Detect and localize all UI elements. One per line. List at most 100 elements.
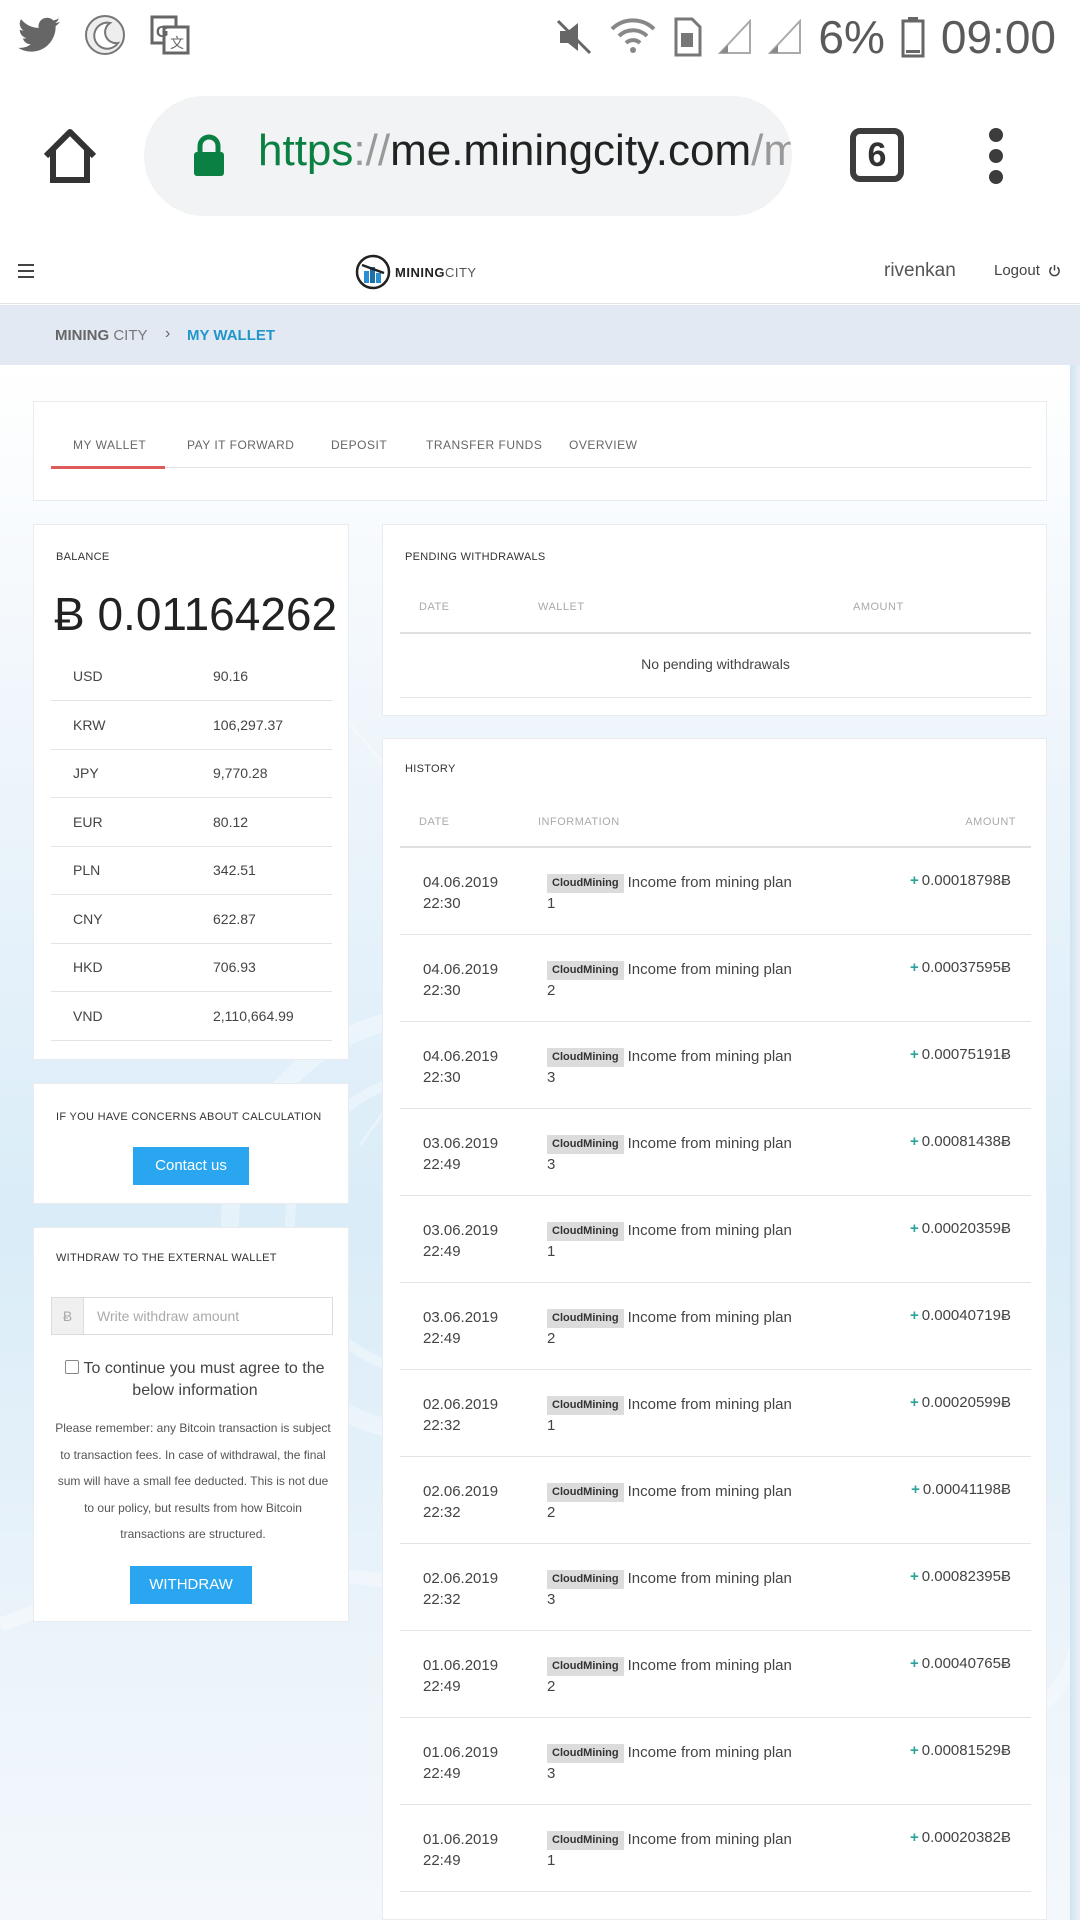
agree-label: To continue you must agree to the below … <box>60 1358 330 1402</box>
svg-text:文: 文 <box>170 35 184 51</box>
row-date-time: 22:49 <box>423 1243 461 1260</box>
table-row: 03.06.2019 22:49 CloudMining Income from mi… <box>400 1109 1031 1196</box>
table-row: 03.06.2019 22:49 CloudMining Income from mi… <box>400 1196 1031 1283</box>
row-information: CloudMining Income from mining plan 3 <box>547 1133 797 1175</box>
balance-value: Ƀ 0.01164262 <box>54 588 338 640</box>
balance-title: BALANCE <box>56 551 110 563</box>
row-amount-value: 0.00018798Ƀ <box>921 872 1011 889</box>
signal-icon <box>718 19 752 55</box>
table-bottom-divider <box>400 697 1031 698</box>
row-amount-value: 0.00082395Ƀ <box>921 1568 1011 1585</box>
currency-row: EUR 80.12 <box>51 799 332 847</box>
tabs-divider <box>51 467 1031 468</box>
row-amount: +0.00020382Ƀ <box>910 1829 1011 1846</box>
row-information: CloudMining Income from mining plan 1 <box>547 1220 797 1262</box>
row-amount-value: 0.00020599Ƀ <box>921 1394 1011 1411</box>
row-amount: +0.00018798Ƀ <box>910 872 1011 889</box>
currency-code: PLN <box>73 862 101 878</box>
table-row: 04.06.2019 22:30 CloudMining Income from mi… <box>400 935 1031 1022</box>
plus-sign: + <box>909 1829 919 1846</box>
address-bar[interactable]: https://me.miningcity.com/my <box>144 96 792 216</box>
pending-withdrawals-card: PENDING WITHDRAWALS DATE WALLET AMOUNT N… <box>382 524 1047 716</box>
withdraw-amount-input[interactable] <box>85 1298 332 1334</box>
table-row: 03.06.2019 22:49 CloudMining Income from mi… <box>400 1283 1031 1370</box>
table-row: 04.06.2019 22:30 CloudMining Income from mi… <box>400 1022 1031 1109</box>
overflow-menu-icon[interactable] <box>984 128 1008 188</box>
category-badge: CloudMining <box>547 1831 624 1850</box>
row-amount-value: 0.00020359Ƀ <box>921 1220 1011 1237</box>
battery-percent: 6% <box>818 11 885 63</box>
row-date: 03.06.2019 22:49 <box>423 1133 523 1175</box>
tab-switcher-button[interactable]: 6 <box>850 128 904 182</box>
bitcoin-icon: Ƀ <box>52 1298 84 1334</box>
row-information: CloudMining Income from mining plan 2 <box>547 1655 797 1697</box>
tab-transfer-funds[interactable]: TRANSFER FUNDS <box>426 438 542 452</box>
row-date-day: 02.06.2019 <box>423 1396 499 1413</box>
table-row: 02.06.2019 22:32 CloudMining Income from mi… <box>400 1544 1031 1631</box>
wallet-tabs: MY WALLET PAY IT FORWARD DEPOSIT TRANSFE… <box>33 401 1047 501</box>
column-header-date: DATE <box>419 601 450 613</box>
tab-pay-it-forward[interactable]: PAY IT FORWARD <box>187 438 294 452</box>
mute-icon <box>554 17 594 57</box>
row-date-day: 01.06.2019 <box>423 1744 499 1761</box>
row-date-time: 22:49 <box>423 1330 461 1347</box>
row-amount: +0.00081438Ƀ <box>910 1133 1011 1150</box>
home-icon[interactable] <box>40 126 104 190</box>
currency-value: 106,297.37 <box>213 717 284 733</box>
username[interactable]: rivenkan <box>884 260 956 282</box>
currency-value: 2,110,664.99 <box>213 1008 294 1024</box>
row-date-time: 22:32 <box>423 1504 461 1521</box>
history-card: HISTORY DATE INFORMATION AMOUNT 04.06.20… <box>382 738 1047 1920</box>
currency-row: PLN 342.51 <box>51 847 332 895</box>
withdraw-button[interactable]: WITHDRAW <box>130 1566 252 1604</box>
breadcrumb-home[interactable]: MINING CITY <box>55 327 148 344</box>
row-date-day: 03.06.2019 <box>423 1309 499 1326</box>
withdraw-card: WITHDRAW TO THE EXTERNAL WALLET Ƀ To con… <box>33 1227 349 1622</box>
plus-sign: + <box>909 1394 919 1411</box>
row-amount-value: 0.00037595Ƀ <box>921 959 1011 976</box>
row-date-day: 01.06.2019 <box>423 1831 499 1848</box>
row-amount: +0.00020599Ƀ <box>910 1394 1011 1411</box>
logout-button[interactable]: Logout <box>994 262 1061 279</box>
row-date: 04.06.2019 22:30 <box>423 1046 523 1088</box>
column-header-amount: AMOUNT <box>853 601 904 613</box>
row-date-time: 22:49 <box>423 1852 461 1869</box>
table-row: 04.06.2019 22:30 CloudMining Income from mi… <box>400 848 1031 935</box>
row-date-time: 22:32 <box>423 1591 461 1608</box>
row-date-day: 03.06.2019 <box>423 1222 499 1239</box>
category-badge: CloudMining <box>547 1135 624 1154</box>
currency-code: JPY <box>73 765 99 781</box>
tab-overview[interactable]: OVERVIEW <box>569 438 637 452</box>
hamburger-menu-icon[interactable] <box>18 264 34 282</box>
currency-row: USD 90.16 <box>51 653 332 701</box>
withdraw-amount-group: Ƀ <box>51 1297 333 1335</box>
row-date-day: 01.06.2019 <box>423 1657 499 1674</box>
row-amount: +0.00037595Ƀ <box>910 959 1011 976</box>
url-separator: :// <box>353 126 391 175</box>
translate-icon: G文 <box>150 15 190 55</box>
category-badge: CloudMining <box>547 874 624 893</box>
wifi-icon <box>610 17 656 57</box>
clock: 09:00 <box>940 11 1056 63</box>
contact-us-button[interactable]: Contact us <box>133 1147 249 1185</box>
row-amount: +0.00081529Ƀ <box>910 1742 1011 1759</box>
currency-code: EUR <box>73 814 103 830</box>
plus-sign: + <box>909 1046 919 1063</box>
category-badge: CloudMining <box>547 1048 624 1067</box>
currency-row: KRW 106,297.37 <box>51 702 332 750</box>
tab-my-wallet[interactable]: MY WALLET <box>73 438 146 452</box>
currency-code: CNY <box>73 911 103 927</box>
plus-sign: + <box>909 1133 919 1150</box>
history-title: HISTORY <box>405 763 456 775</box>
row-date: 01.06.2019 22:49 <box>423 1742 523 1784</box>
row-amount: +0.00075191Ƀ <box>910 1046 1011 1063</box>
logo-text: MININGCITY <box>395 265 477 280</box>
column-header-information: INFORMATION <box>538 816 620 828</box>
logo[interactable]: MININGCITY <box>355 254 477 290</box>
table-row: 01.06.2019 22:49 CloudMining Income from mi… <box>400 1631 1031 1718</box>
currency-value: 9,770.28 <box>213 765 268 781</box>
currency-value: 90.16 <box>213 668 249 684</box>
tab-deposit[interactable]: DEPOSIT <box>331 438 387 452</box>
agree-checkbox[interactable] <box>65 1360 80 1374</box>
night-mode-icon <box>84 14 126 56</box>
